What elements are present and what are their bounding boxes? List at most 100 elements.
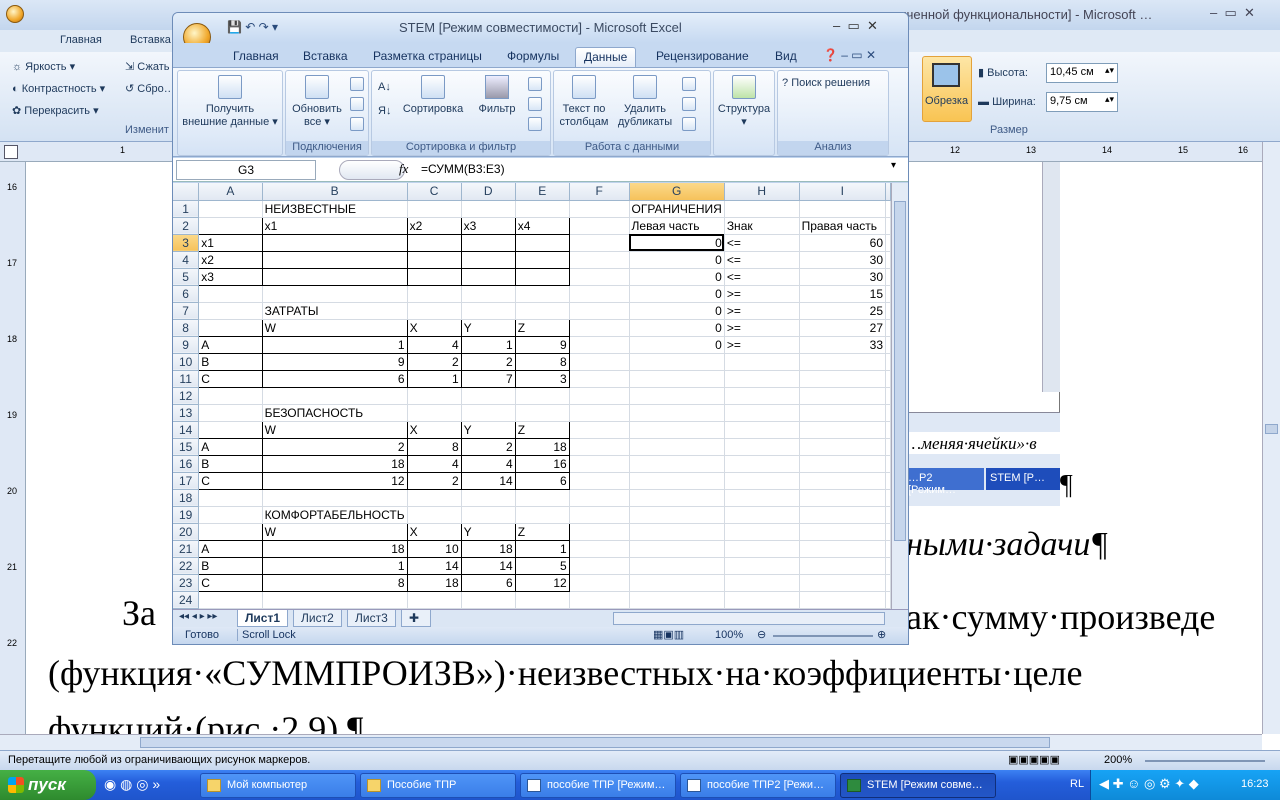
row-header[interactable]: 1 xyxy=(173,200,200,218)
worksheet-grid[interactable]: A B C D E F G H I 1 НЕИЗВЕСТНЫЕ ОГРАНИЧЕНИЯ 2 x1 x2 x3 x… xyxy=(173,183,891,609)
solver-button[interactable]: ? Поиск решения xyxy=(782,77,888,90)
row-header[interactable]: 6 xyxy=(173,285,200,303)
cell[interactable] xyxy=(198,302,263,320)
row-header[interactable]: 12 xyxy=(173,387,200,405)
row-header[interactable]: 22 xyxy=(173,557,200,575)
help-icon[interactable]: ❓ – ▭ ✕ xyxy=(823,48,876,62)
cell[interactable] xyxy=(569,234,630,252)
select-all-corner[interactable] xyxy=(173,183,200,201)
cell[interactable] xyxy=(885,540,891,558)
row-header[interactable]: 3 xyxy=(173,234,200,252)
cell[interactable] xyxy=(629,472,725,490)
brightness-button[interactable]: ☼ Яркость ▾ xyxy=(12,60,75,73)
cell[interactable] xyxy=(799,591,887,609)
cell[interactable] xyxy=(629,370,725,388)
cell[interactable]: X xyxy=(406,522,462,541)
taskbar-item-word-1[interactable]: пособие ТПР [Режим… xyxy=(520,773,676,798)
row-header[interactable]: 5 xyxy=(173,268,200,286)
cell[interactable] xyxy=(629,387,725,405)
cell[interactable] xyxy=(885,455,891,473)
cell[interactable] xyxy=(569,200,630,218)
cell[interactable] xyxy=(569,319,630,337)
cell[interactable]: Y xyxy=(460,522,516,541)
properties-icon[interactable] xyxy=(350,97,364,111)
word-zoom-level[interactable]: 200% xyxy=(1104,754,1132,766)
cell[interactable] xyxy=(569,438,630,456)
cell[interactable]: A xyxy=(198,539,263,558)
cell[interactable] xyxy=(569,523,630,541)
cell[interactable]: 18 xyxy=(460,539,516,558)
cell[interactable] xyxy=(569,540,630,558)
cell[interactable] xyxy=(198,200,263,218)
refresh-all-button[interactable]: Обновить все ▾ xyxy=(288,75,346,129)
cell[interactable] xyxy=(724,489,800,507)
cell[interactable] xyxy=(407,506,462,524)
cell[interactable]: 1 xyxy=(406,369,462,388)
row-header[interactable]: 15 xyxy=(173,438,200,456)
cell[interactable] xyxy=(629,404,725,422)
cell[interactable]: КОМФОРТАБЕЛЬНОСТЬ xyxy=(262,506,408,524)
cell[interactable] xyxy=(261,267,408,286)
edit-links-icon[interactable] xyxy=(350,117,364,131)
sheet-tab-1[interactable]: Лист1 xyxy=(237,610,289,627)
start-button[interactable]: пуск xyxy=(0,770,96,800)
cell[interactable] xyxy=(799,353,887,371)
tab-insert[interactable]: Вставка xyxy=(295,47,356,67)
cell[interactable] xyxy=(724,404,800,422)
cell[interactable] xyxy=(514,250,570,269)
cell[interactable]: 9 xyxy=(261,352,408,371)
cell[interactable]: 14 xyxy=(460,556,516,575)
cell[interactable] xyxy=(885,319,891,337)
cell[interactable]: x1 xyxy=(261,216,408,235)
column-header[interactable]: B xyxy=(262,183,408,201)
sort-za-icon[interactable]: Я↓ xyxy=(378,105,391,117)
cell[interactable]: 27 xyxy=(799,319,887,337)
cell[interactable] xyxy=(724,353,800,371)
sort-az-icon[interactable]: A↓ xyxy=(378,81,391,93)
cell[interactable] xyxy=(569,506,630,524)
cell[interactable]: 1 xyxy=(261,335,408,354)
cell[interactable] xyxy=(198,506,263,524)
office-button-icon[interactable] xyxy=(6,5,24,23)
tab-formulas[interactable]: Формулы xyxy=(499,47,567,67)
cell[interactable]: A xyxy=(198,335,263,354)
cell[interactable] xyxy=(885,557,891,575)
cell[interactable] xyxy=(461,302,516,320)
tab-home[interactable]: Главная xyxy=(225,47,287,67)
cell[interactable]: X xyxy=(406,318,462,337)
cell[interactable] xyxy=(569,574,630,592)
word-window-controls[interactable]: – ▭ ✕ xyxy=(1210,5,1255,21)
row-header[interactable]: 10 xyxy=(173,353,200,371)
cell[interactable] xyxy=(885,302,891,320)
cell[interactable] xyxy=(515,285,570,303)
cell[interactable]: 0 xyxy=(629,302,725,320)
cell[interactable]: 6 xyxy=(261,369,408,388)
cell[interactable]: 33 xyxy=(799,336,887,354)
cell[interactable] xyxy=(799,387,887,405)
filter-button[interactable]: Фильтр xyxy=(472,75,522,116)
cell[interactable] xyxy=(515,302,570,320)
sheet-tab-3[interactable]: Лист3 xyxy=(347,610,396,627)
zoom-out-icon[interactable]: ⊖ xyxy=(757,628,766,641)
cell[interactable]: Y xyxy=(460,318,516,337)
cell[interactable] xyxy=(569,353,630,371)
row-header[interactable]: 7 xyxy=(173,302,200,320)
cell[interactable] xyxy=(629,506,725,524)
column-header[interactable]: D xyxy=(461,183,516,201)
row-header[interactable]: 24 xyxy=(173,591,200,609)
cell[interactable]: x2 xyxy=(406,216,462,235)
taskbar-item-word-2[interactable]: пособие ТПР2 [Режи… xyxy=(680,773,836,798)
cell[interactable] xyxy=(569,404,630,422)
cell[interactable] xyxy=(724,387,800,405)
cell[interactable]: ЗАТРАТЫ xyxy=(262,302,408,320)
formula-input[interactable]: =СУММ(B3:E3) xyxy=(421,162,505,176)
excel-window-controls[interactable]: – ▭ ✕ xyxy=(833,18,878,34)
column-header[interactable]: A xyxy=(198,183,263,201)
compress-button[interactable]: ⇲ Сжать xyxy=(125,60,169,73)
get-external-data-button[interactable]: Получить внешние данные ▾ xyxy=(182,75,278,129)
cell[interactable] xyxy=(569,591,630,609)
cell[interactable] xyxy=(629,557,725,575)
cell[interactable] xyxy=(461,285,516,303)
cell[interactable] xyxy=(799,370,887,388)
contrast-button[interactable]: ◐ Контрастность ▾ xyxy=(12,82,105,95)
